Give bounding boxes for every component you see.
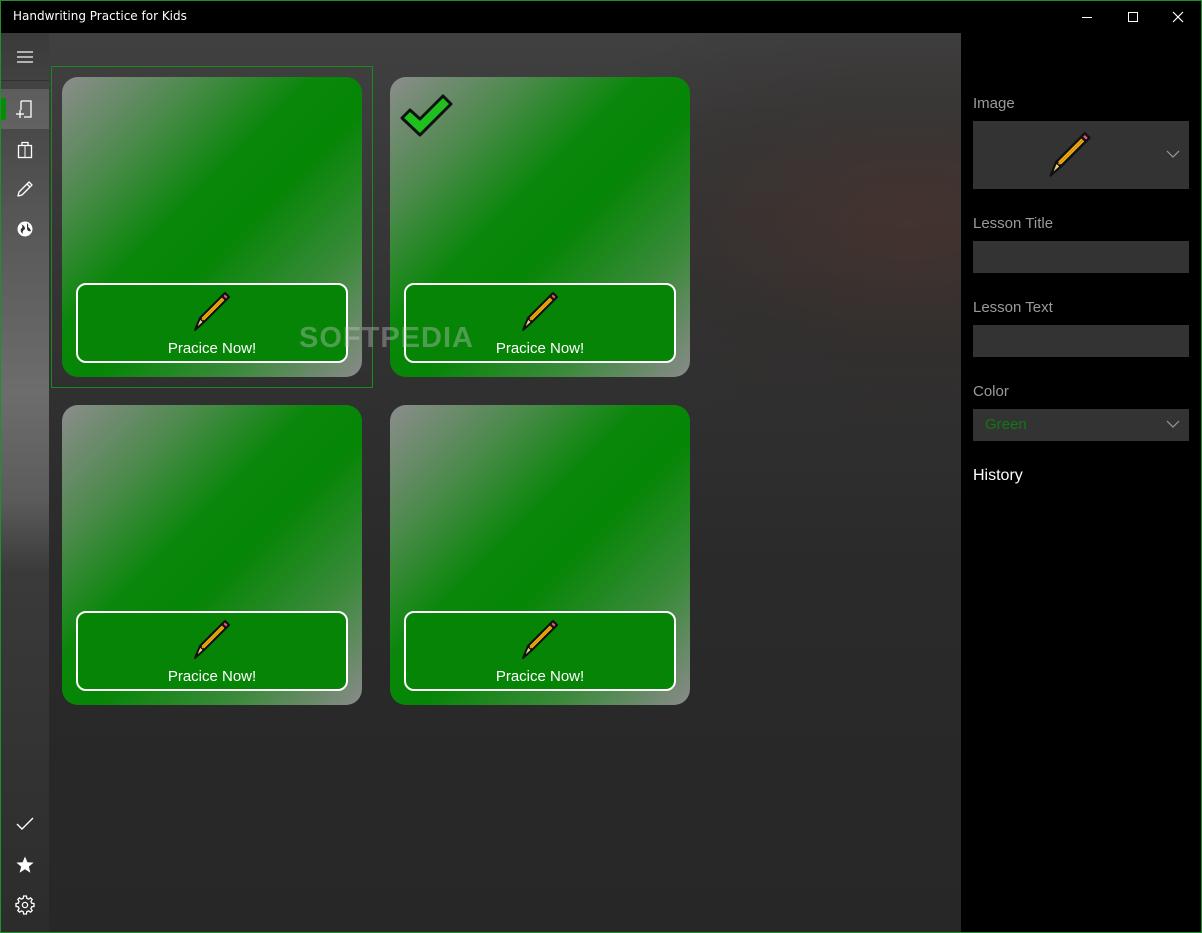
app-window: Handwriting Practice for Kids Pracice No… [0, 0, 1202, 933]
window-title: Handwriting Practice for Kids [13, 9, 187, 23]
lesson-details-panel: Image Lesson Title Lesson Text Color Gre… [961, 33, 1201, 932]
lesson-text-label: Lesson Text [973, 299, 1053, 316]
add-page-icon [16, 100, 32, 118]
shopping-bag-icon [17, 141, 33, 159]
practice-now-button[interactable]: Pracice Now! [404, 611, 676, 691]
globe-icon [17, 221, 33, 237]
nav-item-draw[interactable] [1, 169, 49, 209]
minimize-icon [1082, 17, 1092, 18]
star-icon [16, 856, 34, 873]
color-label: Color [973, 383, 1009, 400]
nav-item-completed[interactable] [1, 804, 49, 844]
nav-item-settings[interactable] [1, 885, 49, 925]
practice-now-button[interactable]: Pracice Now! [76, 611, 348, 691]
lesson-card[interactable]: Pracice Now! [62, 405, 362, 705]
pencil-icon [193, 291, 231, 332]
pencil-icon [521, 291, 559, 332]
chevron-down-icon [1166, 420, 1180, 428]
nav-divider [1, 80, 49, 81]
checkmark-icon [16, 817, 34, 830]
title-bar: Handwriting Practice for Kids [1, 1, 1201, 33]
maximize-button[interactable] [1110, 1, 1156, 33]
lesson-title-input[interactable] [973, 241, 1189, 273]
nav-item-web[interactable] [1, 209, 49, 249]
pencil-icon [193, 619, 231, 660]
history-link[interactable]: History [973, 467, 1023, 485]
nav-item-favorites[interactable] [1, 845, 49, 885]
hamburger-icon [17, 51, 33, 63]
gear-icon [15, 895, 35, 915]
color-dropdown[interactable]: Green [973, 409, 1189, 441]
minimize-button[interactable] [1064, 1, 1110, 33]
lesson-card[interactable]: Pracice Now! [390, 405, 690, 705]
color-dropdown-value: Green [985, 416, 1027, 433]
menu-button[interactable] [1, 37, 49, 77]
maximize-icon [1128, 12, 1138, 22]
image-label: Image [973, 95, 1015, 112]
lessons-grid-area: Pracice Now! Pracice Now! Pracice Now! P… [49, 33, 961, 932]
close-icon [1172, 11, 1184, 23]
close-button[interactable] [1155, 1, 1201, 33]
lesson-title-label: Lesson Title [973, 215, 1054, 232]
image-dropdown[interactable] [973, 121, 1189, 189]
softpedia-watermark: SOFTPEDIA [299, 322, 474, 354]
left-navigation [1, 33, 49, 932]
nav-item-store[interactable] [1, 129, 49, 169]
chevron-down-icon [1166, 150, 1180, 158]
practice-now-label: Pracice Now! [495, 668, 585, 685]
pencil-icon [1049, 132, 1091, 177]
pencil-icon [521, 619, 559, 660]
completed-checkmark-icon [400, 94, 453, 137]
lesson-text-input[interactable] [973, 325, 1189, 357]
nav-item-lessons[interactable] [1, 89, 49, 129]
pencil-icon [17, 181, 33, 197]
practice-now-label: Pracice Now! [167, 668, 257, 685]
